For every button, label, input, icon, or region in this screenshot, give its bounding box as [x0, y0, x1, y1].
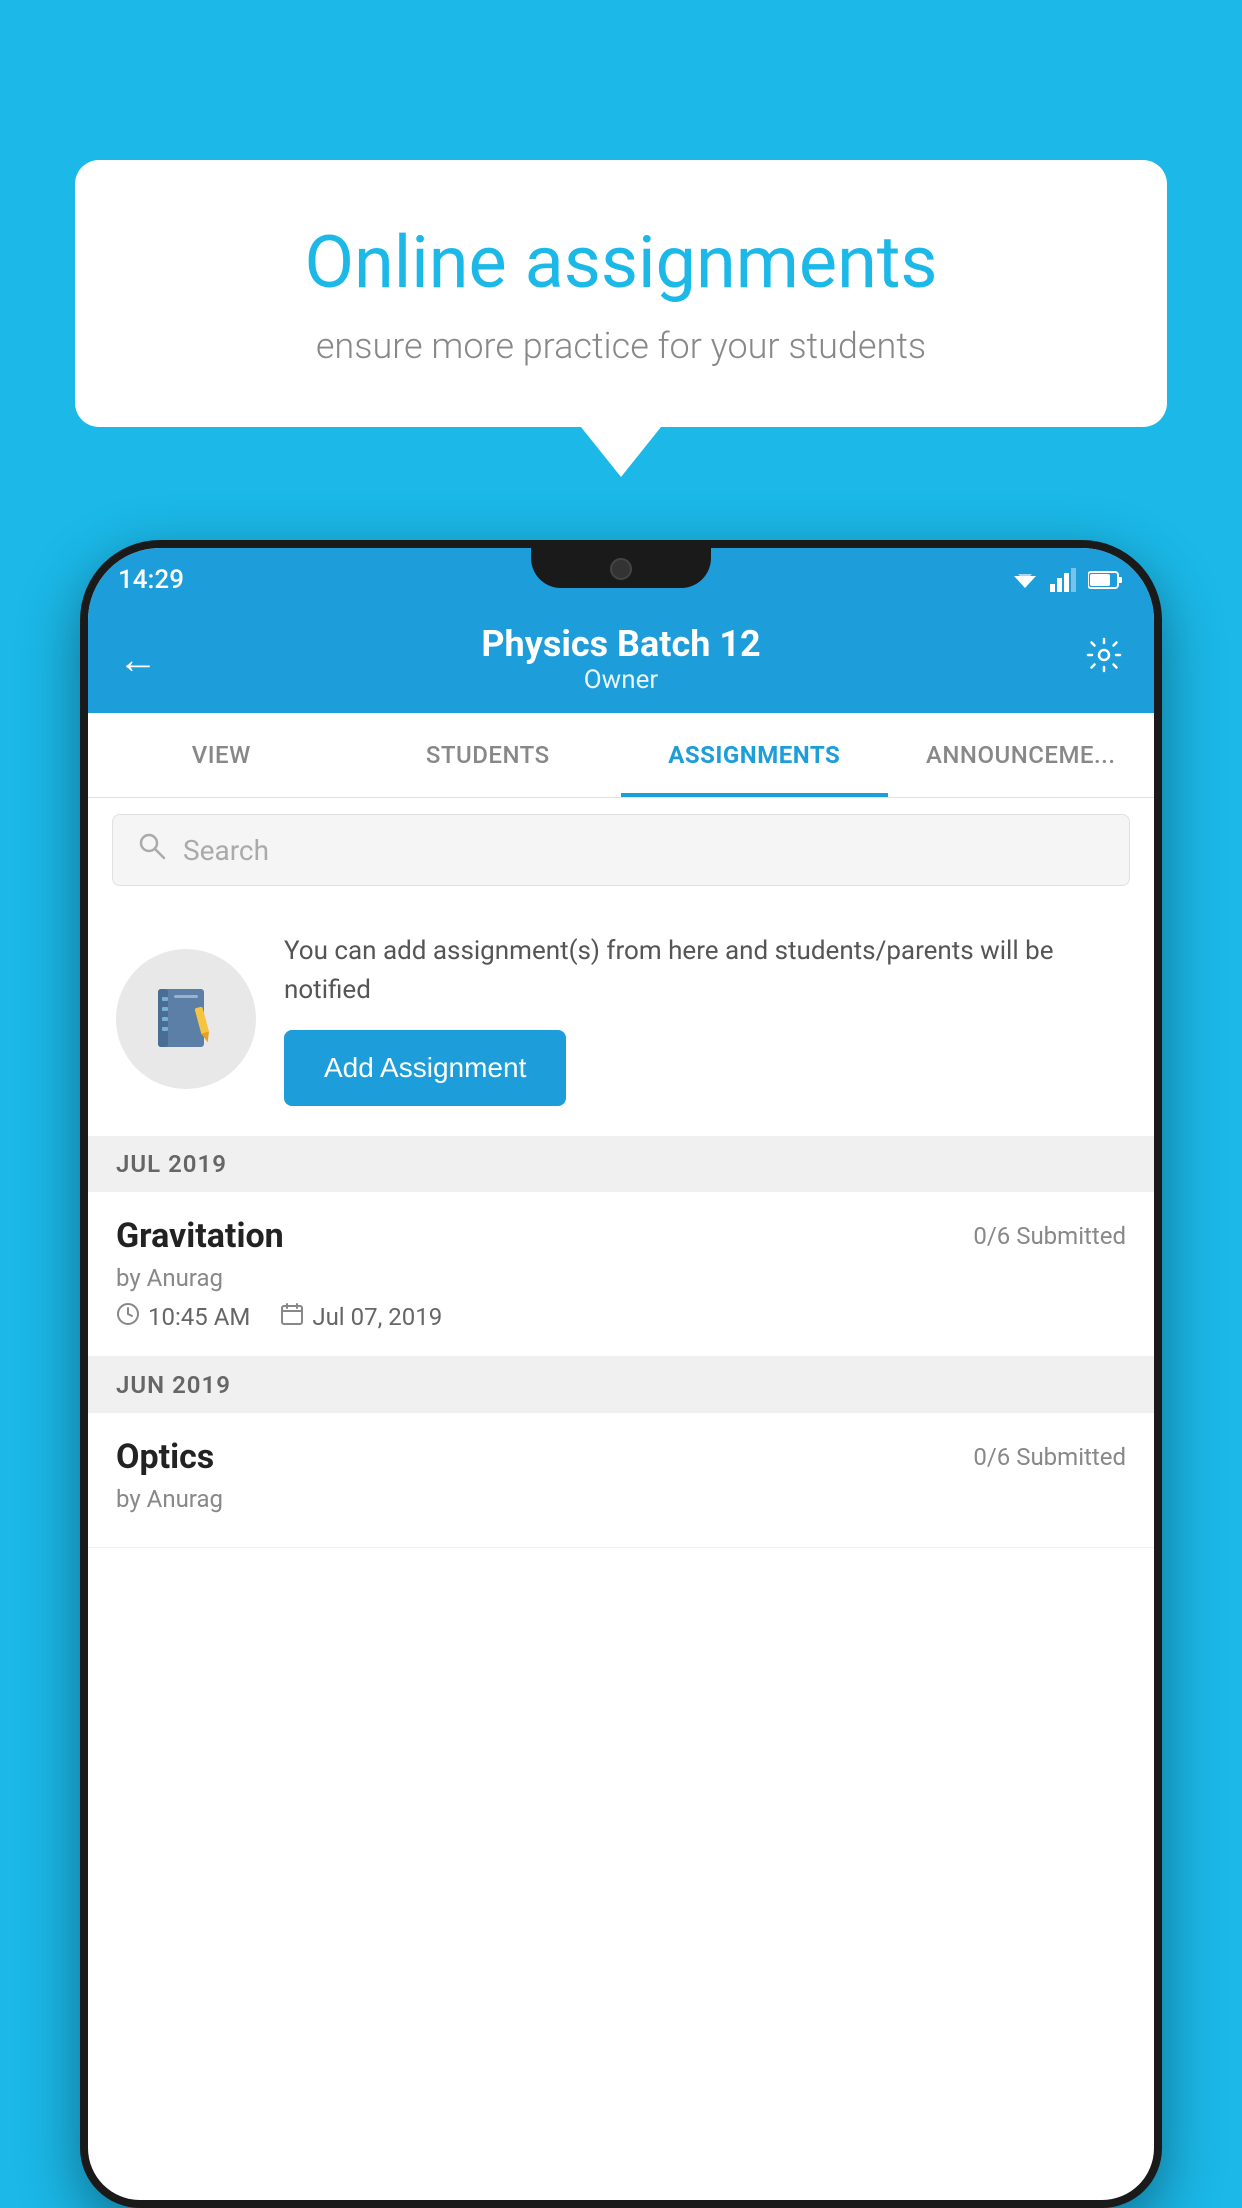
header-title-area: Physics Batch 12 Owner: [481, 623, 760, 695]
speech-bubble-arrow: [581, 427, 661, 477]
search-placeholder: Search: [183, 834, 269, 867]
promo-title: Online assignments: [145, 220, 1097, 305]
wifi-icon: [1010, 568, 1040, 592]
tab-students[interactable]: STUDENTS: [355, 713, 622, 797]
phone-camera: [610, 558, 632, 580]
section-jul-2019: JUL 2019: [88, 1136, 1154, 1192]
info-description: You can add assignment(s) from here and …: [284, 932, 1126, 1010]
tab-announcements[interactable]: ANNOUNCEME...: [888, 713, 1155, 797]
gravitation-meta: 10:45 AM Jul 07, 2019: [116, 1302, 1126, 1332]
status-time: 14:29: [118, 565, 184, 595]
tabs-container: VIEW STUDENTS ASSIGNMENTS ANNOUNCEME...: [88, 713, 1154, 798]
tab-view[interactable]: VIEW: [88, 713, 355, 797]
search-container: Search: [88, 798, 1154, 902]
header-subtitle: Owner: [481, 665, 760, 695]
signal-icon: [1050, 568, 1078, 592]
status-icons: [1010, 568, 1124, 592]
app-header: ← Physics Batch 12 Owner: [88, 603, 1154, 713]
section-jun-2019: JUN 2019: [88, 1357, 1154, 1413]
assignment-row-top: Gravitation 0/6 Submitted: [116, 1216, 1126, 1256]
assignment-name-gravitation: Gravitation: [116, 1216, 284, 1256]
gravitation-date: Jul 07, 2019: [280, 1302, 442, 1332]
tab-assignments[interactable]: ASSIGNMENTS: [621, 713, 888, 797]
calendar-icon: [280, 1302, 304, 1332]
back-button[interactable]: ←: [118, 636, 158, 683]
promo-section: Online assignments ensure more practice …: [75, 160, 1167, 477]
assignment-optics[interactable]: Optics 0/6 Submitted by Anurag: [88, 1413, 1154, 1548]
phone-screen: 14:29: [88, 548, 1154, 2200]
add-assignment-button[interactable]: Add Assignment: [284, 1030, 566, 1106]
speech-bubble-card: Online assignments ensure more practice …: [75, 160, 1167, 427]
assignment-icon-circle: [116, 949, 256, 1089]
phone-notch: [531, 548, 711, 588]
info-card: You can add assignment(s) from here and …: [88, 902, 1154, 1136]
gravitation-time-text: 10:45 AM: [148, 1303, 250, 1331]
gravitation-by: by Anurag: [116, 1264, 1126, 1292]
gravitation-submitted: 0/6 Submitted: [973, 1222, 1126, 1250]
header-title: Physics Batch 12: [481, 623, 760, 665]
notebook-icon: [146, 979, 226, 1059]
battery-icon: [1088, 570, 1124, 590]
gravitation-time: 10:45 AM: [116, 1302, 250, 1332]
search-icon: [137, 831, 167, 869]
search-bar[interactable]: Search: [112, 814, 1130, 886]
settings-button[interactable]: [1084, 635, 1124, 684]
assignment-gravitation[interactable]: Gravitation 0/6 Submitted by Anurag 10:4…: [88, 1192, 1154, 1357]
optics-by: by Anurag: [116, 1485, 1126, 1513]
clock-icon: [116, 1302, 140, 1332]
optics-submitted: 0/6 Submitted: [973, 1443, 1126, 1471]
promo-subtitle: ensure more practice for your students: [145, 325, 1097, 367]
gravitation-date-text: Jul 07, 2019: [312, 1303, 442, 1331]
phone-frame: 14:29: [80, 540, 1162, 2208]
assignment-name-optics: Optics: [116, 1437, 214, 1477]
info-content: You can add assignment(s) from here and …: [284, 932, 1126, 1106]
optics-row-top: Optics 0/6 Submitted: [116, 1437, 1126, 1477]
